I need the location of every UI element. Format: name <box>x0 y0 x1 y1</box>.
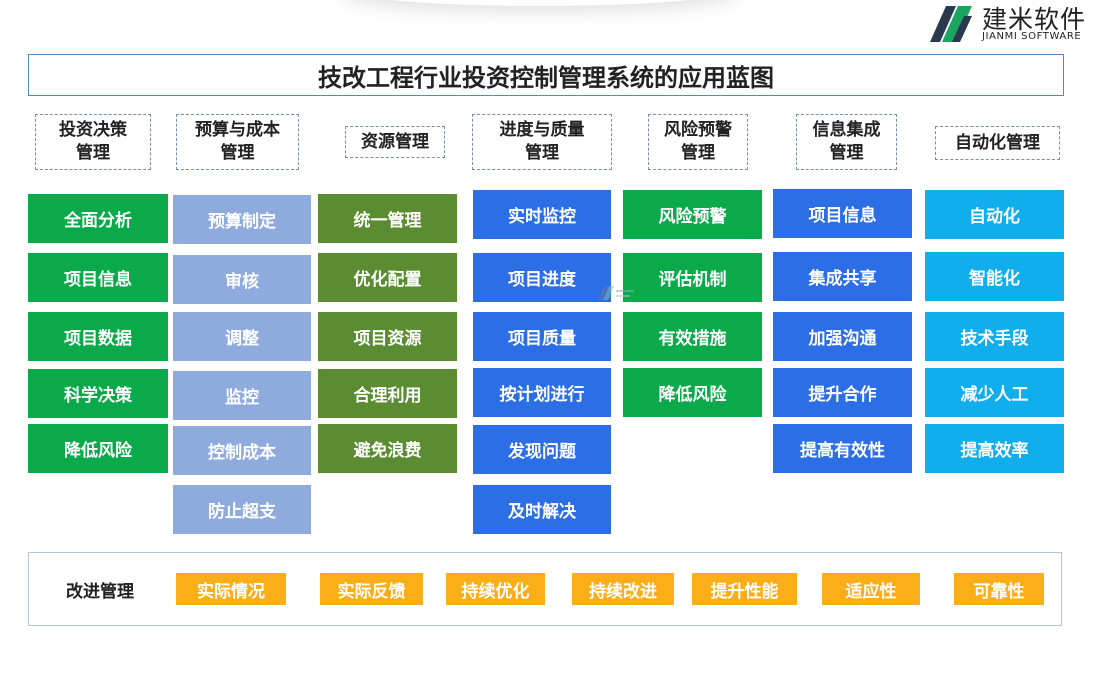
improvement-tag: 可靠性 <box>954 573 1044 605</box>
feature-box: 项目资源 <box>318 312 457 361</box>
feature-box: 项目信息 <box>773 189 912 238</box>
feature-box: 技术手段 <box>925 312 1064 361</box>
feature-box: 合理利用 <box>318 369 457 418</box>
column-header: 自动化管理 <box>935 126 1060 160</box>
improvement-tag: 实际情况 <box>176 573 286 605</box>
feature-box: 发现问题 <box>473 425 611 474</box>
watermark-icon <box>598 286 634 300</box>
feature-box: 提高有效性 <box>773 424 912 473</box>
feature-box: 按计划进行 <box>473 368 611 417</box>
feature-box: 集成共享 <box>773 252 912 301</box>
column-header: 信息集成 管理 <box>796 114 897 170</box>
logo-name-en: JIANMI SOFTWARE <box>982 31 1082 42</box>
feature-box: 风险预警 <box>623 190 762 239</box>
feature-box: 项目质量 <box>473 312 611 361</box>
feature-box: 降低风险 <box>623 368 762 417</box>
column-header: 投资决策 管理 <box>35 114 151 170</box>
column-header: 风险预警 管理 <box>648 114 748 170</box>
brand-logo: 建米软件 JIANMI SOFTWARE <box>926 0 1100 46</box>
feature-box: 避免浪费 <box>318 424 457 473</box>
column-header: 资源管理 <box>345 126 445 158</box>
feature-box: 统一管理 <box>318 194 457 243</box>
feature-box: 控制成本 <box>173 426 311 475</box>
feature-box: 优化配置 <box>318 253 457 302</box>
feature-box: 加强沟通 <box>773 312 912 361</box>
feature-box: 减少人工 <box>925 368 1064 417</box>
top-decoration <box>340 0 740 6</box>
feature-box: 智能化 <box>925 252 1064 301</box>
feature-box: 项目信息 <box>28 253 168 302</box>
column-header: 预算与成本 管理 <box>176 114 299 170</box>
feature-box: 项目数据 <box>28 312 168 361</box>
feature-box: 提高效率 <box>925 424 1064 473</box>
feature-box: 有效措施 <box>623 312 762 361</box>
diagram-title: 技改工程行业投资控制管理系统的应用蓝图 <box>28 54 1064 96</box>
logo-mark-icon <box>930 6 972 42</box>
improvement-tag: 持续改进 <box>572 573 674 605</box>
improvement-tag: 持续优化 <box>446 573 545 605</box>
column-header: 进度与质量 管理 <box>472 114 612 170</box>
feature-box: 监控 <box>173 371 311 420</box>
improvement-tag: 提升性能 <box>692 573 797 605</box>
improvement-tag: 实际反馈 <box>320 573 423 605</box>
feature-box: 及时解决 <box>473 485 611 534</box>
feature-box: 评估机制 <box>623 253 762 302</box>
feature-box: 防止超支 <box>173 485 311 534</box>
improvement-tag: 适应性 <box>822 573 920 605</box>
improvement-label: 改进管理 <box>66 581 134 602</box>
feature-box: 提升合作 <box>773 368 912 417</box>
feature-box: 降低风险 <box>28 424 168 473</box>
feature-box: 全面分析 <box>28 194 168 243</box>
feature-box: 实时监控 <box>473 190 611 239</box>
feature-box: 预算制定 <box>173 195 311 244</box>
feature-box: 项目进度 <box>473 253 611 302</box>
feature-box: 科学决策 <box>28 369 168 418</box>
feature-box: 调整 <box>173 312 311 361</box>
feature-box: 审核 <box>173 255 311 304</box>
feature-box: 自动化 <box>925 190 1064 239</box>
